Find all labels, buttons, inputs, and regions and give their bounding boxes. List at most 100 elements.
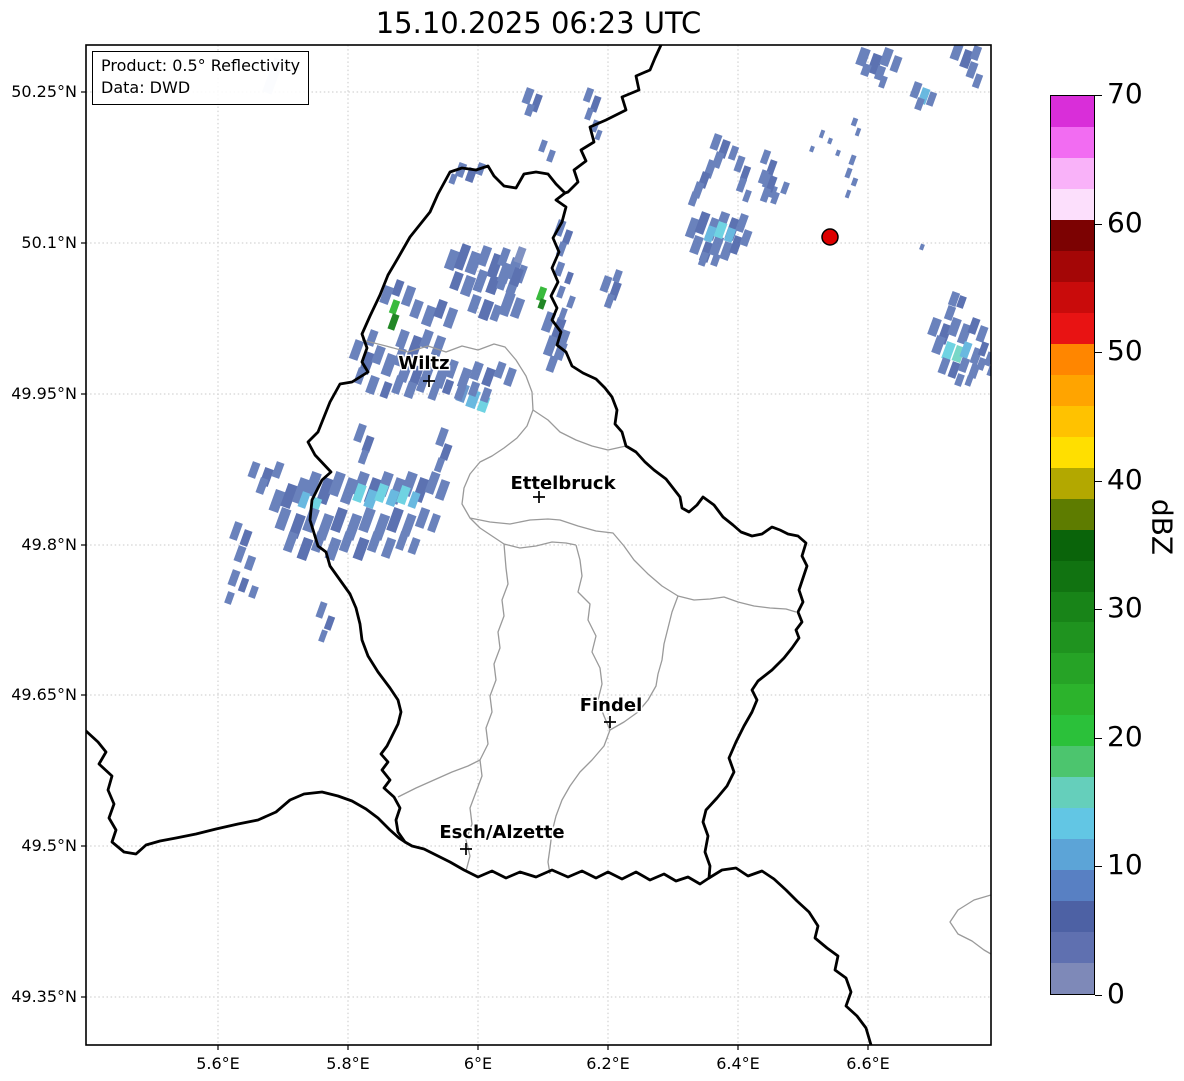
radar-echo-cell xyxy=(844,167,853,179)
colorbar-tick-label: 60 xyxy=(1107,205,1143,239)
colorbar-tick-label: 50 xyxy=(1107,334,1143,368)
y-tick-label: 49.65°N xyxy=(11,685,77,704)
radar-echo-cell xyxy=(239,529,253,547)
radar-echo-cell xyxy=(227,569,241,587)
radar-echo-cell xyxy=(964,375,974,387)
radar-echo-cell xyxy=(919,243,925,251)
colorbar-band xyxy=(1051,901,1094,933)
colorbar-tick xyxy=(1095,480,1102,482)
colorbar-axis-label: dBZ xyxy=(1145,498,1179,556)
colorbar-band xyxy=(1051,281,1094,313)
radar-echo-cell xyxy=(479,387,493,403)
radar-echo-cell xyxy=(564,271,574,285)
radar-echo-cell xyxy=(459,274,477,298)
city-label: Ettelbruck xyxy=(510,473,616,494)
radar-echo-cell xyxy=(521,87,535,105)
radar-echo-cell xyxy=(710,253,721,267)
radar-echo-cell xyxy=(357,449,370,465)
radar-echo-cell xyxy=(513,246,527,264)
info-box-product-line: Product: 0.5° Reflectivity xyxy=(101,56,301,75)
radar-echo-cell xyxy=(584,107,594,121)
radar-echo-cell xyxy=(318,629,328,643)
radar-echo-cell xyxy=(727,145,740,161)
radar-echo-cell xyxy=(566,295,576,309)
radar-echo-cell xyxy=(848,154,857,166)
radar-echo-cell xyxy=(282,531,299,553)
colorbar-band xyxy=(1051,405,1094,437)
colorbar-band xyxy=(1051,932,1094,964)
radar-echo-cell xyxy=(433,457,446,473)
y-tick-label: 49.35°N xyxy=(11,987,77,1006)
radar-echo-cell xyxy=(854,127,862,137)
radar-echo-cell xyxy=(503,367,517,387)
radar-echoes xyxy=(224,45,991,643)
colorbar-band xyxy=(1051,250,1094,282)
colorbar-band xyxy=(1051,560,1094,592)
colorbar-tick-label: 70 xyxy=(1107,77,1143,111)
colorbar-band xyxy=(1051,219,1094,251)
colorbar-band xyxy=(1051,96,1094,127)
colorbar-tick xyxy=(1095,866,1102,868)
x-tick-label: 5.6°E xyxy=(196,1054,240,1073)
city-label: Findel xyxy=(580,695,643,716)
radar-echo-cell xyxy=(449,271,464,291)
radar-echo-cell xyxy=(407,537,421,555)
country-border xyxy=(707,866,873,1045)
radar-echo-cell xyxy=(248,585,259,599)
colorbar-tick xyxy=(1095,995,1102,996)
radar-site-marker xyxy=(821,228,839,246)
radar-echo-cell xyxy=(467,294,482,314)
info-box: Product: 0.5° Reflectivity Data: DWD xyxy=(92,51,310,105)
radar-echo-cell xyxy=(850,177,859,187)
radar-echo-cell xyxy=(387,313,400,331)
colorbar-tick-label: 40 xyxy=(1107,462,1143,496)
colorbar-band xyxy=(1051,746,1094,778)
colorbar-band xyxy=(1051,839,1094,871)
radar-echo-cell xyxy=(889,55,903,73)
radar-echo-cell xyxy=(844,189,852,199)
y-tick-label: 50.25°N xyxy=(11,82,77,101)
radar-echo-cell xyxy=(409,299,424,319)
radar-echo-cell xyxy=(582,87,595,103)
x-tick-label: 6°E xyxy=(464,1054,492,1073)
colorbar-tick-label: 30 xyxy=(1107,591,1143,625)
y-tick-label: 50.1°N xyxy=(21,233,77,252)
map-layers: Wiltz Ettelbruck Findel Esch/Alzette xyxy=(86,45,991,1045)
radar-echo-cell xyxy=(414,507,431,529)
radar-echo-cell xyxy=(247,461,261,479)
radar-echo-cell xyxy=(237,577,250,593)
radar-echo-cell xyxy=(323,615,336,631)
colorbar-band xyxy=(1051,467,1094,499)
colorbar-band xyxy=(1051,529,1094,561)
radar-echo-cell xyxy=(353,423,367,443)
radar-echo-cell xyxy=(599,275,613,293)
radar-echo-cell xyxy=(427,513,441,533)
colorbar-band xyxy=(1051,653,1094,685)
district-border xyxy=(532,409,627,451)
country-border xyxy=(563,45,663,195)
radar-echo-cell xyxy=(379,381,393,399)
radar-echo-cell xyxy=(546,149,556,163)
district-borders xyxy=(361,339,991,955)
radar-echo-cell xyxy=(348,339,365,361)
colorbar xyxy=(1050,95,1095,995)
colorbar-band xyxy=(1051,126,1094,158)
radar-echo-cell xyxy=(612,269,623,283)
radar-echo-cell xyxy=(809,145,815,153)
radar-echo-cell xyxy=(556,285,566,299)
radar-echo-cell xyxy=(365,375,380,395)
colorbar-band xyxy=(1051,591,1094,623)
colorbar-tick xyxy=(1095,737,1102,739)
radar-echo-cell xyxy=(927,317,942,337)
radar-echo-cell xyxy=(391,375,405,395)
city-marker xyxy=(604,716,616,728)
radar-echo-cell xyxy=(558,307,568,321)
colorbar-band xyxy=(1051,808,1094,840)
radar-echo-cell xyxy=(366,531,383,553)
radar-echo-cell xyxy=(315,601,328,619)
colorbar-band xyxy=(1051,312,1094,344)
radar-echo-cell xyxy=(742,189,752,203)
radar-echo-cell xyxy=(352,536,370,562)
radar-echo-cell xyxy=(403,380,418,400)
district-border xyxy=(949,894,991,955)
